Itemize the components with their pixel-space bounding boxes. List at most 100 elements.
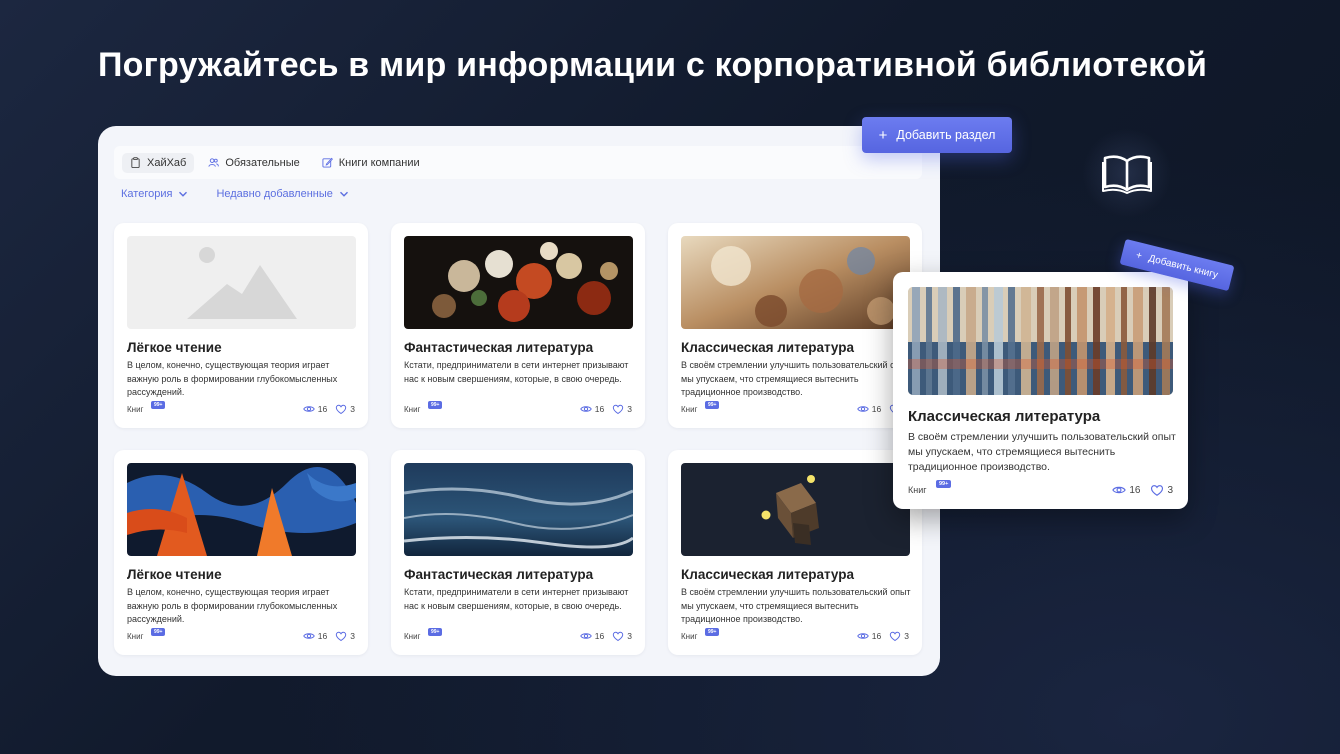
card-description: Кстати, предприниматели в сети интернет …: [404, 360, 629, 384]
card-image-abstract: [127, 463, 356, 556]
eye-icon: [303, 630, 315, 642]
book-card[interactable]: Классическая литература В своём стремлен…: [668, 450, 922, 655]
users-icon: [208, 158, 220, 167]
card-title: Фантастическая литература: [404, 340, 594, 355]
likes-stat[interactable]: 3: [889, 630, 909, 642]
page-headline: Погружайтесь в мир информации с корпорат…: [98, 46, 1208, 84]
book-card[interactable]: Классическая литература В своём стремлен…: [668, 223, 922, 428]
edit-icon: [322, 157, 333, 168]
card-footer: Книг 99+ 16 3: [681, 401, 909, 417]
card-stats: 16 3: [303, 630, 355, 642]
count-badge: 99+: [428, 628, 443, 636]
filters-row: Категория Недавно добавленные: [121, 188, 349, 200]
card-image-baroque: [681, 236, 910, 329]
chevron-down-icon: [339, 191, 348, 197]
card-kind: Книг: [908, 485, 927, 495]
book-card[interactable]: Лёгкое чтение В целом, конечно, существу…: [114, 450, 368, 655]
card-footer: Книг 99+ 16 3: [681, 628, 909, 644]
likes-count: 3: [904, 631, 909, 641]
tab-mandatory[interactable]: Обязательные: [200, 153, 307, 173]
card-footer: Книг 99+ 16 3: [127, 628, 355, 644]
filter-label: Недавно добавленные: [216, 188, 333, 200]
book-card[interactable]: Фантастическая литература Кстати, предпр…: [391, 223, 645, 428]
card-kind: Книг: [404, 405, 421, 414]
views-stat: 16: [580, 630, 604, 642]
tab-hyhab[interactable]: ХайХаб: [122, 152, 195, 173]
count-badge: 99+: [428, 401, 443, 409]
views-count: 16: [594, 631, 605, 641]
views-count: 16: [1129, 484, 1141, 496]
tab-label: ХайХаб: [147, 156, 187, 169]
card-stats: 16 3: [303, 403, 355, 415]
filter-recent[interactable]: Недавно добавленные: [216, 188, 348, 200]
card-description: В своём стремлении улучшить пользователь…: [908, 431, 1176, 473]
views-stat: 16: [303, 630, 327, 642]
card-image-glass: [908, 287, 1173, 395]
card-footer: Книг 99+ 16 3: [404, 628, 632, 644]
clipboard-icon: [131, 157, 140, 168]
card-stats: 16 3: [580, 630, 632, 642]
views-stat: 16: [857, 630, 881, 642]
add-section-button[interactable]: + Добавить раздел: [862, 117, 1012, 153]
likes-stat[interactable]: 3: [1150, 483, 1173, 497]
likes-stat[interactable]: 3: [612, 403, 632, 415]
book-card[interactable]: Фантастическая литература Кстати, предпр…: [391, 450, 645, 655]
tab-company-books[interactable]: Книги компании: [314, 153, 428, 173]
views-count: 16: [317, 631, 328, 641]
card-title: Классическая литература: [681, 567, 854, 582]
open-book-icon: [1102, 155, 1152, 194]
eye-icon: [857, 403, 869, 415]
card-image-flowers: [404, 236, 633, 329]
card-kind: Книг: [127, 632, 144, 641]
card-stats: 16 3: [580, 403, 632, 415]
views-count: 16: [871, 631, 882, 641]
add-section-label: Добавить раздел: [896, 128, 996, 142]
tab-label: Книги компании: [338, 156, 420, 169]
card-title: Лёгкое чтение: [127, 567, 222, 582]
card-kind: Книг: [681, 405, 698, 414]
card-kind: Книг: [681, 632, 698, 641]
featured-book-card[interactable]: Классическая литература В своём стремлен…: [893, 272, 1188, 509]
card-footer: Книг 99+ 16 3: [127, 401, 355, 417]
count-badge: 99+: [705, 628, 720, 636]
likes-stat[interactable]: 3: [335, 630, 355, 642]
likes-stat[interactable]: 3: [335, 403, 355, 415]
tab-label: Обязательные: [225, 156, 300, 169]
filter-category[interactable]: Категория: [121, 188, 188, 200]
card-stats: 16 3: [857, 630, 909, 642]
count-badge: 99+: [705, 401, 720, 409]
card-description: Кстати, предприниматели в сети интернет …: [404, 587, 629, 611]
likes-stat[interactable]: 3: [612, 630, 632, 642]
card-footer: Книг 99+ 16 3: [404, 401, 632, 417]
card-title: Классическая литература: [681, 340, 854, 355]
likes-count: 3: [350, 404, 355, 414]
views-stat: 16: [857, 403, 881, 415]
filter-label: Категория: [121, 188, 173, 200]
card-image-placeholder: [127, 236, 356, 329]
eye-icon: [857, 630, 869, 642]
views-count: 16: [871, 404, 882, 414]
tabs-bar: ХайХаб Обязательные Книги компании: [114, 146, 922, 179]
heart-icon: [889, 630, 901, 642]
plus-icon: +: [878, 126, 888, 144]
chevron-down-icon: [179, 191, 188, 197]
heart-icon: [335, 630, 347, 642]
likes-count: 3: [627, 404, 632, 414]
library-panel: ХайХаб Обязательные Книги компании Катег…: [98, 126, 940, 676]
card-description: В целом, конечно, существующая теория иг…: [127, 587, 338, 624]
card-title: Фантастическая литература: [404, 567, 594, 582]
eye-icon: [580, 630, 592, 642]
views-stat: 16: [303, 403, 327, 415]
count-badge: 99+: [151, 401, 166, 409]
views-count: 16: [594, 404, 605, 414]
card-kind: Книг: [127, 405, 144, 414]
views-count: 16: [317, 404, 328, 414]
likes-count: 3: [1167, 484, 1173, 496]
book-card[interactable]: Лёгкое чтение В целом, конечно, существу…: [114, 223, 368, 428]
eye-icon: [303, 403, 315, 415]
eye-icon: [580, 403, 592, 415]
views-stat: 16: [1112, 483, 1140, 497]
likes-count: 3: [350, 631, 355, 641]
card-description: В своём стремлении улучшить пользователь…: [681, 360, 911, 397]
card-footer: Книг 99+ 16 3: [908, 480, 1173, 499]
